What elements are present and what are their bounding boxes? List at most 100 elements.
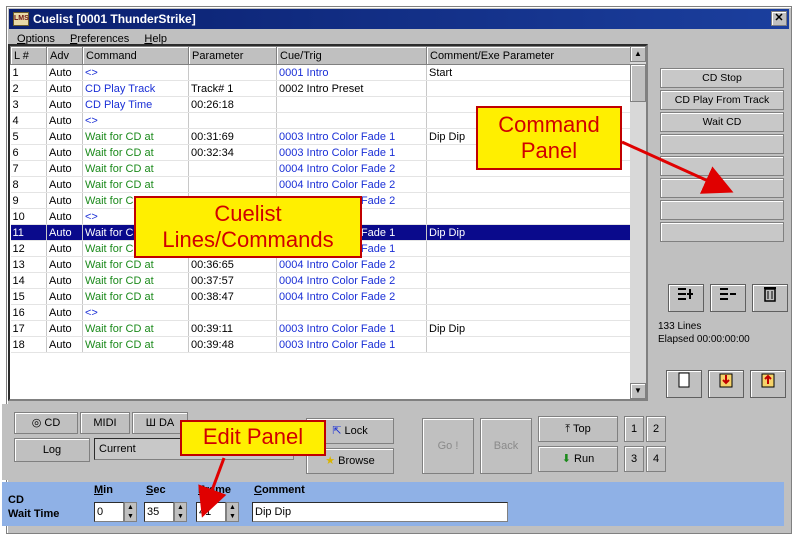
parameter-cell[interactable]: [188, 64, 277, 81]
line-cell[interactable]: 14: [10, 272, 47, 289]
line-cell[interactable]: 16: [10, 304, 47, 321]
comment-cell[interactable]: Dip Dip: [426, 320, 633, 337]
adv-cell[interactable]: Auto: [46, 304, 83, 321]
comment-cell[interactable]: [426, 80, 633, 97]
parameter-cell[interactable]: [188, 304, 277, 321]
command-cell[interactable]: Wait for CD at: [82, 128, 189, 145]
command-cell[interactable]: <>: [82, 112, 189, 129]
comment-cell[interactable]: [426, 240, 633, 257]
adv-cell[interactable]: Auto: [46, 256, 83, 273]
line-cell[interactable]: 4: [10, 112, 47, 129]
line-cell[interactable]: 3: [10, 96, 47, 113]
column-header-command[interactable]: Command: [82, 46, 189, 65]
adv-cell[interactable]: Auto: [46, 160, 83, 177]
line-cell[interactable]: 10: [10, 208, 47, 225]
line-cell[interactable]: 8: [10, 176, 47, 193]
adv-cell[interactable]: Auto: [46, 80, 83, 97]
cue-cell[interactable]: 0004 Intro Color Fade 2: [276, 288, 427, 305]
command-cell[interactable]: <>: [82, 64, 189, 81]
line-cell[interactable]: 13: [10, 256, 47, 273]
cue-cell[interactable]: [276, 96, 427, 113]
sec-input[interactable]: 35: [144, 502, 174, 522]
parameter-cell[interactable]: 00:39:11: [188, 320, 277, 337]
column-header-parameter[interactable]: Parameter: [188, 46, 277, 65]
cue-button-3[interactable]: 3: [624, 446, 644, 472]
trash-icon[interactable]: [752, 284, 788, 312]
column-header-cue-trig[interactable]: Cue/Trig: [276, 46, 427, 65]
adv-cell[interactable]: Auto: [46, 320, 83, 337]
back-button[interactable]: Back: [480, 418, 532, 474]
command-cell[interactable]: <>: [82, 304, 189, 321]
adv-cell[interactable]: Auto: [46, 224, 83, 241]
comment-cell[interactable]: Dip Dip: [426, 224, 633, 241]
frame-input[interactable]: 41: [196, 502, 226, 522]
cue-cell[interactable]: 0003 Intro Color Fade 1: [276, 144, 427, 161]
scroll-thumb[interactable]: [630, 64, 646, 102]
parameter-cell[interactable]: 00:26:18: [188, 96, 277, 113]
title-bar[interactable]: LMS Cuelist [0001 ThunderStrike] ✕: [9, 9, 789, 29]
parameter-cell[interactable]: Track# 1: [188, 80, 277, 97]
cue-cell[interactable]: [276, 304, 427, 321]
adv-cell[interactable]: Auto: [46, 288, 83, 305]
line-cell[interactable]: 18: [10, 336, 47, 353]
table-row[interactable]: 13 Auto Wait for CD at 00:36:65 0004 Intro C…: [10, 256, 633, 273]
table-row[interactable]: 15 Auto Wait for CD at 00:38:47 0004 Intro C…: [10, 288, 633, 305]
cue-button-4[interactable]: 4: [646, 446, 666, 472]
cue-cell[interactable]: 0004 Intro Color Fade 2: [276, 176, 427, 193]
adv-cell[interactable]: Auto: [46, 96, 83, 113]
adv-cell[interactable]: Auto: [46, 208, 83, 225]
command-cell[interactable]: Wait for CD at: [82, 288, 189, 305]
cd-play-from-track-button[interactable]: CD Play From Track: [660, 90, 784, 110]
comment-cell[interactable]: [426, 272, 633, 289]
vertical-scrollbar[interactable]: ▲ ▼: [630, 46, 646, 399]
sec-spinner[interactable]: ▲ ▼: [174, 502, 187, 522]
adv-cell[interactable]: Auto: [46, 144, 83, 161]
tab-cd[interactable]: ◎ CD: [14, 412, 78, 434]
adv-cell[interactable]: Auto: [46, 176, 83, 193]
command-cell[interactable]: Wait for CD at: [82, 336, 189, 353]
cue-cell[interactable]: 0003 Intro Color Fade 1: [276, 320, 427, 337]
delete-line-icon[interactable]: [710, 284, 746, 312]
cue-cell[interactable]: 0002 Intro Preset: [276, 80, 427, 97]
parameter-cell[interactable]: [188, 112, 277, 129]
cue-cell[interactable]: 0003 Intro Color Fade 1: [276, 336, 427, 353]
column-header-line[interactable]: L #: [10, 46, 47, 65]
parameter-cell[interactable]: [188, 176, 277, 193]
line-cell[interactable]: 9: [10, 192, 47, 209]
command-cell[interactable]: Wait for CD at: [82, 160, 189, 177]
command-slot-6[interactable]: [660, 178, 784, 198]
new-file-icon[interactable]: [666, 370, 702, 398]
log-button[interactable]: Log: [14, 438, 90, 462]
scroll-up-icon[interactable]: ▲: [630, 46, 646, 62]
parameter-cell[interactable]: 00:31:69: [188, 128, 277, 145]
comment-cell[interactable]: [426, 208, 633, 225]
menu-preferences[interactable]: Preferences: [64, 31, 135, 45]
command-slot-5[interactable]: [660, 156, 784, 176]
command-cell[interactable]: CD Play Track: [82, 80, 189, 97]
adv-cell[interactable]: Auto: [46, 112, 83, 129]
line-cell[interactable]: 11: [10, 224, 47, 241]
parameter-cell[interactable]: 00:32:34: [188, 144, 277, 161]
adv-cell[interactable]: Auto: [46, 64, 83, 81]
column-header-comment[interactable]: Comment/Exe Parameter: [426, 46, 633, 65]
min-input[interactable]: 0: [94, 502, 124, 522]
cue-button-2[interactable]: 2: [646, 416, 666, 442]
table-row[interactable]: 18 Auto Wait for CD at 00:39:48 0003 Intro C…: [10, 336, 633, 353]
comment-cell[interactable]: [426, 304, 633, 321]
cue-cell[interactable]: 0001 Intro: [276, 64, 427, 81]
command-cell[interactable]: Wait for CD at: [82, 144, 189, 161]
comment-input[interactable]: Dip Dip: [252, 502, 508, 522]
adv-cell[interactable]: Auto: [46, 272, 83, 289]
table-row[interactable]: 16 Auto <>: [10, 304, 633, 321]
frame-spinner[interactable]: ▲ ▼: [226, 502, 239, 522]
line-cell[interactable]: 1: [10, 64, 47, 81]
tab-midi[interactable]: MIDI: [80, 412, 130, 434]
comment-cell[interactable]: Start: [426, 64, 633, 81]
insert-line-icon[interactable]: [668, 284, 704, 312]
import-icon[interactable]: [708, 370, 744, 398]
line-cell[interactable]: 17: [10, 320, 47, 337]
comment-cell[interactable]: [426, 288, 633, 305]
line-cell[interactable]: 2: [10, 80, 47, 97]
command-cell[interactable]: Wait for CD at: [82, 176, 189, 193]
go-button[interactable]: Go !: [422, 418, 474, 474]
